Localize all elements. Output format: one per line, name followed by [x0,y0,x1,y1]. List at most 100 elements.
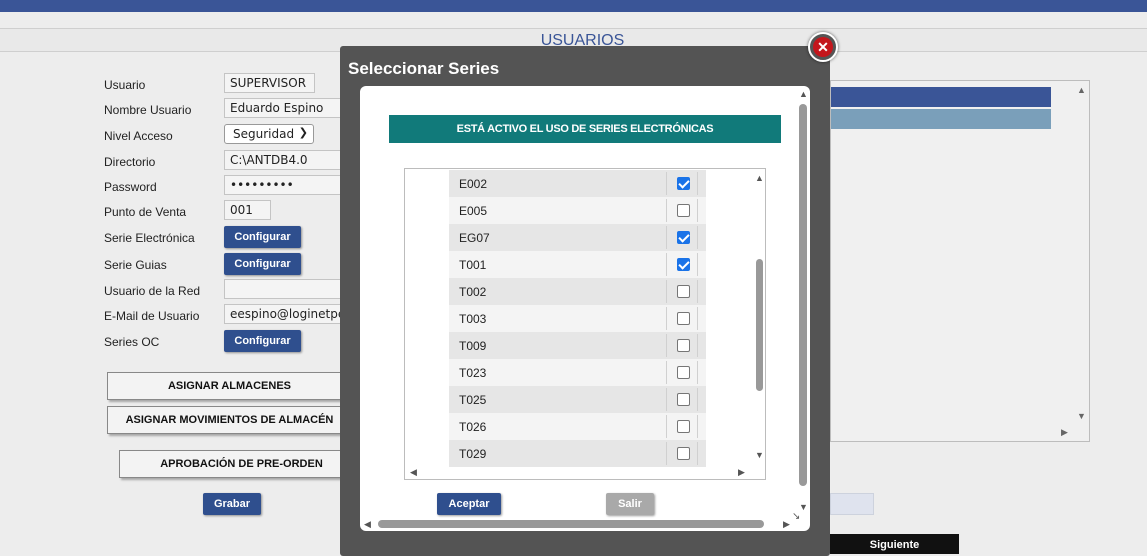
series-code: T029 [459,447,487,461]
serie-electronica-label: Serie Electrónica [104,231,195,245]
series-checkbox[interactable] [677,420,690,433]
modal-title: Seleccionar Series [348,59,500,78]
series-checkbox[interactable] [677,258,690,271]
series-oc-label: Series OC [104,335,160,349]
scroll-up-icon[interactable]: ▲ [755,173,764,183]
checkbox-cell [666,280,698,303]
scrollbar-thumb[interactable] [799,104,807,486]
series-row[interactable]: T001 [449,251,706,278]
configurar-serie-electronica-button[interactable]: Configurar [224,226,301,248]
series-code: T003 [459,312,487,326]
series-row[interactable]: T025 [449,386,706,413]
series-checkbox[interactable] [677,204,690,217]
usuario-red-field[interactable] [224,279,344,299]
aprobacion-pre-orden-button[interactable]: APROBACIÓN DE PRE-ORDEN [119,450,364,478]
page-input[interactable] [830,493,874,515]
configurar-serie-guias-button[interactable]: Configurar [224,253,301,275]
checkbox-cell [666,361,698,384]
usuario-label: Usuario [104,78,146,92]
email-label: E-Mail de Usuario [104,309,200,323]
series-checkbox[interactable] [677,177,690,190]
scroll-left-icon[interactable]: ◀ [410,467,417,477]
series-list: E002 E005 EG07 T001 T002 T003 T009 T023 T025 T026… [404,168,766,480]
series-checkbox[interactable] [677,285,690,298]
password-field[interactable]: ••••••••• [224,175,344,195]
series-code: T023 [459,366,487,380]
series-code: T001 [459,258,487,272]
series-row[interactable]: T026 [449,413,706,440]
usuario-field[interactable]: SUPERVISOR [224,73,315,93]
scroll-down-icon[interactable]: ▼ [799,502,808,512]
series-checkbox[interactable] [677,447,690,460]
modal-body: ESTÁ ACTIVO EL USO DE SERIES ELECTRÓNICA… [360,86,810,531]
serie-guias-label: Serie Guias [104,258,167,272]
scroll-left-icon[interactable]: ◀ [364,519,371,529]
asignar-movimientos-button[interactable]: ASIGNAR MOVIMIENTOS DE ALMACÉN [107,406,352,434]
scroll-right-icon[interactable]: ▶ [738,467,745,477]
seleccionar-series-modal: Seleccionar Series ESTÁ ACTIVO EL USO DE… [340,46,830,556]
series-checkbox[interactable] [677,231,690,244]
close-button[interactable]: ✕ [808,32,838,62]
password-label: Password [104,180,157,194]
nivel-acceso-label: Nivel Acceso [104,129,173,143]
checkbox-cell [666,334,698,357]
scroll-right-icon[interactable]: ▶ [1061,427,1068,438]
series-row[interactable]: T002 [449,278,706,305]
aceptar-button[interactable]: Aceptar [437,493,501,515]
checkbox-cell [666,172,698,195]
resize-grip-icon[interactable]: ↘ [792,512,800,522]
scrollbar-thumb[interactable] [378,520,764,528]
series-row[interactable]: T029 [449,440,706,467]
series-row[interactable]: T003 [449,305,706,332]
modal-vertical-scrollbar[interactable]: ▲ ▼ [796,86,810,517]
directorio-field[interactable]: C:\ANTDB4.0 [224,150,344,170]
series-row[interactable]: EG07 [449,224,706,251]
scroll-up-icon[interactable]: ▲ [799,89,808,99]
series-code: E005 [459,204,488,218]
nombre-usuario-field[interactable]: Eduardo Espino [224,98,344,118]
series-checkbox[interactable] [677,393,690,406]
close-icon: ✕ [813,37,833,57]
checkbox-cell [666,199,698,222]
checkbox-cell [666,415,698,438]
right-panel: ▲ ▼ ▶ [830,80,1090,442]
modal-horizontal-scrollbar[interactable]: ◀ ▶ [360,517,796,531]
grabar-button[interactable]: Grabar [203,493,261,515]
table-row[interactable] [831,109,1051,129]
checkbox-cell [666,442,698,465]
list-horizontal-scrollbar[interactable]: ◀ ▶ [405,465,753,479]
series-row[interactable]: T009 [449,332,706,359]
series-code: E002 [459,177,488,191]
scrollbar-thumb[interactable] [756,259,763,391]
punto-venta-field[interactable]: 001 [224,200,271,220]
scroll-down-icon[interactable]: ▼ [755,450,764,460]
nivel-acceso-select[interactable]: Seguridad ❯ [224,124,314,144]
salir-button[interactable]: Salir [606,493,654,515]
series-code: T009 [459,339,487,353]
directorio-label: Directorio [104,155,156,169]
series-banner: ESTÁ ACTIVO EL USO DE SERIES ELECTRÓNICA… [389,115,781,143]
siguiente-button[interactable]: Siguiente [830,534,959,554]
series-row[interactable]: T023 [449,359,706,386]
series-checkbox[interactable] [677,366,690,379]
checkbox-cell [666,388,698,411]
series-code: T002 [459,285,487,299]
list-vertical-scrollbar[interactable]: ▲ ▼ [753,169,765,465]
chevron-down-icon: ❯ [298,126,308,139]
table-row[interactable] [831,87,1051,107]
series-code: T025 [459,393,487,407]
scroll-right-icon[interactable]: ▶ [783,519,790,529]
scroll-up-icon[interactable]: ▲ [1077,85,1086,95]
scroll-down-icon[interactable]: ▼ [1077,411,1086,421]
series-row[interactable]: E002 [449,170,706,197]
configurar-series-oc-button[interactable]: Configurar [224,330,301,352]
asignar-almacenes-button[interactable]: ASIGNAR ALMACENES [107,372,352,400]
series-checkbox[interactable] [677,339,690,352]
series-code: T026 [459,420,487,434]
series-checkbox[interactable] [677,312,690,325]
series-code: EG07 [459,231,490,245]
series-row[interactable]: E005 [449,197,706,224]
email-field[interactable]: eespino@loginetperu [224,304,344,324]
nombre-usuario-label: Nombre Usuario [104,103,192,117]
checkbox-cell [666,226,698,249]
